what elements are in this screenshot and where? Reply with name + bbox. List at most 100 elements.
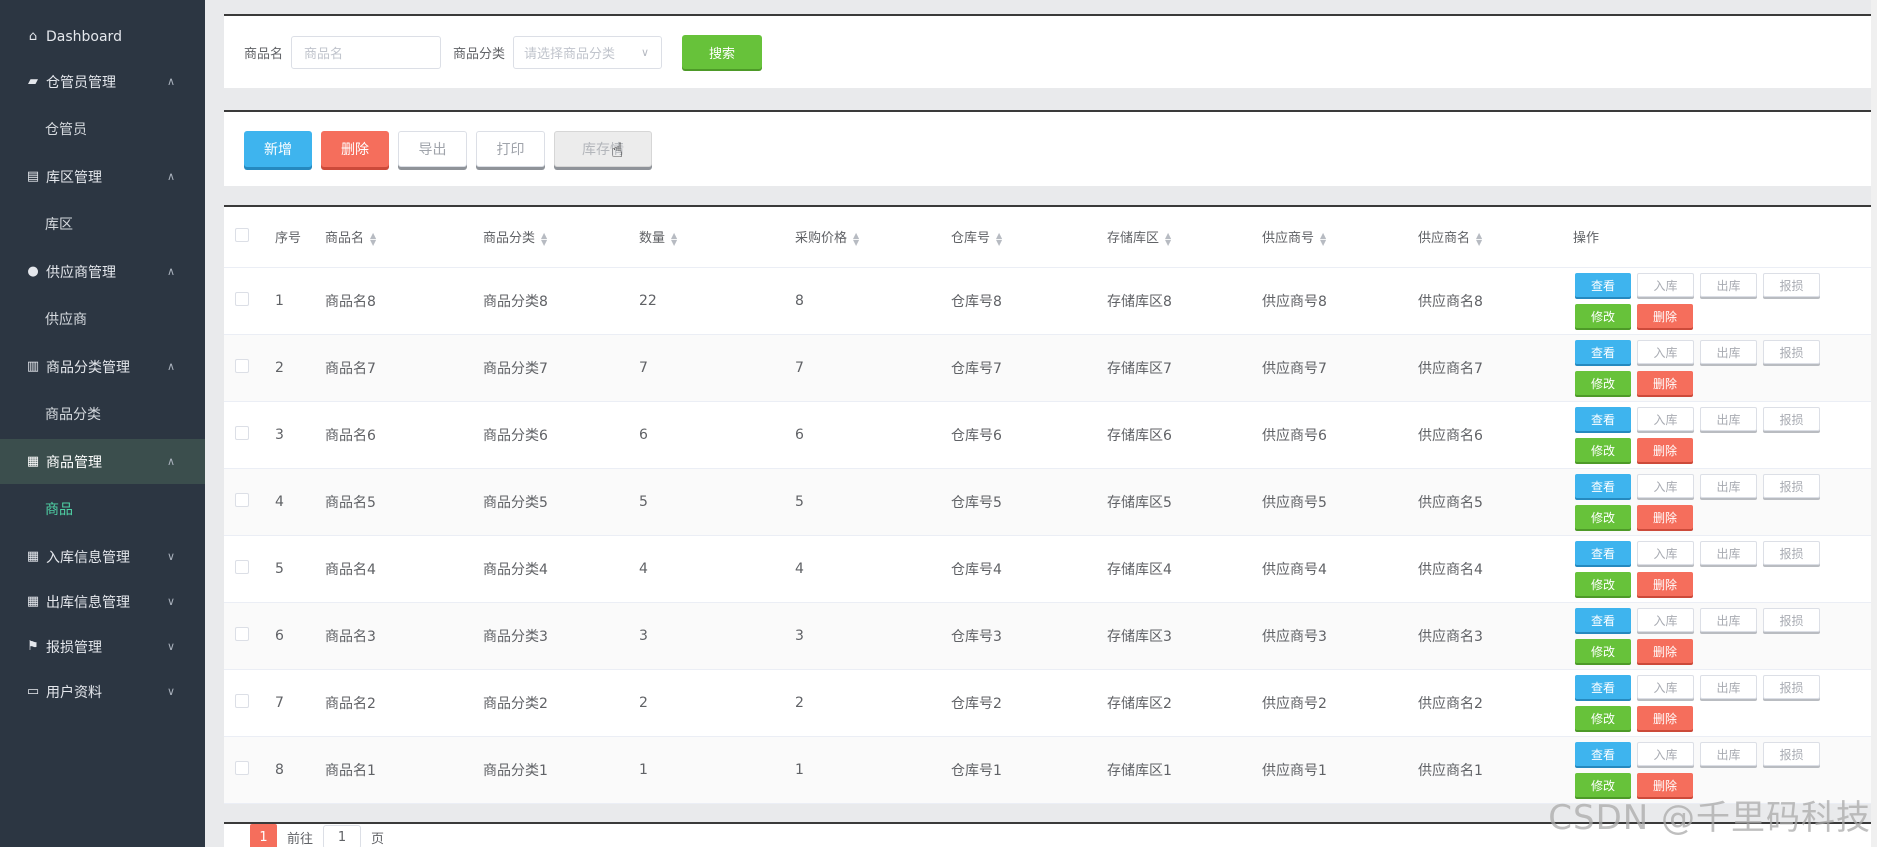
export-button[interactable]: 导出: [398, 131, 467, 167]
col-header-price[interactable]: 采购价格 ▲ ▼: [795, 207, 951, 268]
row-checkbox[interactable]: [235, 693, 249, 708]
add-button[interactable]: 新增: [244, 131, 312, 167]
edit-button[interactable]: 修改: [1575, 572, 1631, 596]
sidebar-item-zone-management[interactable]: ▤ 库区管理 ∧: [0, 154, 205, 199]
goto-page-input[interactable]: 1: [323, 825, 362, 847]
sidebar-item-goods-management[interactable]: ▦ 商品管理 ∧: [0, 439, 205, 484]
cell-zone: 存储库区8: [1107, 267, 1262, 335]
outbound-button[interactable]: 出库: [1700, 675, 1757, 699]
sort-icon[interactable]: ▲ ▼: [1320, 231, 1326, 246]
sidebar-item-supplier-management[interactable]: ● 供应商管理 ∧: [0, 249, 205, 294]
view-button[interactable]: 查看: [1575, 340, 1631, 364]
outbound-button[interactable]: 出库: [1700, 273, 1757, 297]
goods-name-input[interactable]: 商品名: [291, 35, 442, 69]
print-button[interactable]: 打印: [476, 131, 545, 167]
col-header-zone[interactable]: 存储库区 ▲ ▼: [1107, 207, 1262, 268]
delete-row-button[interactable]: 删除: [1637, 572, 1693, 596]
report-loss-button[interactable]: 报损: [1763, 340, 1820, 364]
edit-button[interactable]: 修改: [1575, 371, 1631, 395]
sidebar-item-keeper-management[interactable]: ▰ 仓管员管理 ∧: [0, 59, 205, 104]
sort-icon[interactable]: ▲ ▼: [996, 231, 1002, 246]
delete-button[interactable]: 删除: [321, 131, 389, 167]
report-loss-button[interactable]: 报损: [1763, 273, 1820, 297]
view-button[interactable]: 查看: [1575, 407, 1631, 431]
page-current[interactable]: 1: [250, 824, 277, 847]
sort-icon[interactable]: ▲ ▼: [671, 231, 677, 246]
report-loss-button[interactable]: 报损: [1763, 608, 1820, 632]
inbound-button[interactable]: 入库: [1637, 340, 1694, 364]
sidebar-item-user-profile[interactable]: ▭ 用户资料 ∨: [0, 669, 205, 714]
goods-category-select[interactable]: 请选择商品分类 ∨: [513, 35, 663, 69]
edit-button[interactable]: 修改: [1575, 438, 1631, 462]
view-button[interactable]: 查看: [1575, 675, 1631, 699]
sort-icon[interactable]: ▲ ▼: [370, 231, 376, 246]
inbound-button[interactable]: 入库: [1637, 407, 1694, 431]
sidebar-item-category-management[interactable]: ▥ 商品分类管理 ∧: [0, 344, 205, 389]
row-checkbox[interactable]: [235, 291, 249, 306]
sidebar-subitem-zone[interactable]: 库区: [0, 199, 205, 249]
col-header-supplier-name[interactable]: 供应商名 ▲ ▼: [1418, 207, 1573, 268]
outbound-button[interactable]: 出库: [1700, 340, 1757, 364]
sidebar-subitem-goods[interactable]: 商品: [0, 484, 205, 534]
view-button[interactable]: 查看: [1575, 742, 1631, 766]
cell-quantity: 5: [639, 468, 795, 536]
inbound-button[interactable]: 入库: [1637, 273, 1694, 297]
sidebar-subitem-supplier[interactable]: 供应商: [0, 294, 205, 344]
inbound-button[interactable]: 入库: [1637, 608, 1694, 632]
search-button[interactable]: 搜索: [682, 35, 763, 69]
edit-button[interactable]: 修改: [1575, 639, 1631, 663]
sidebar-subitem-category[interactable]: 商品分类: [0, 389, 205, 439]
outbound-button[interactable]: 出库: [1700, 541, 1757, 565]
sort-icon[interactable]: ▲ ▼: [541, 231, 547, 246]
outbound-button[interactable]: 出库: [1700, 407, 1757, 431]
sort-icon[interactable]: ▲ ▼: [1476, 231, 1482, 246]
sidebar-item-loss-management[interactable]: ⚑ 报损管理 ∨: [0, 624, 205, 669]
sort-icon[interactable]: ▲ ▼: [1165, 231, 1171, 246]
col-header-supplier-no[interactable]: 供应商号 ▲ ▼: [1262, 207, 1418, 268]
delete-row-button[interactable]: 删除: [1637, 505, 1693, 529]
view-button[interactable]: 查看: [1575, 273, 1631, 297]
delete-row-button[interactable]: 删除: [1637, 639, 1693, 663]
delete-row-button[interactable]: 删除: [1637, 304, 1693, 328]
sidebar-subitem-keeper[interactable]: 仓管员: [0, 104, 205, 154]
delete-row-button[interactable]: 删除: [1637, 706, 1693, 730]
row-checkbox[interactable]: [235, 425, 249, 440]
view-button[interactable]: 查看: [1575, 474, 1631, 498]
outbound-button[interactable]: 出库: [1700, 742, 1757, 766]
inbound-button[interactable]: 入库: [1637, 675, 1694, 699]
row-checkbox[interactable]: [235, 358, 249, 373]
sidebar-item-dashboard[interactable]: ⌂ Dashboard: [0, 14, 205, 59]
col-header-warehouse[interactable]: 仓库号 ▲ ▼: [951, 207, 1107, 268]
sort-icon[interactable]: ▲ ▼: [853, 231, 859, 246]
edit-button[interactable]: 修改: [1575, 706, 1631, 730]
row-checkbox[interactable]: [235, 626, 249, 641]
inbound-button[interactable]: 入库: [1637, 541, 1694, 565]
delete-row-button[interactable]: 删除: [1637, 438, 1693, 462]
view-button[interactable]: 查看: [1575, 608, 1631, 632]
flag-icon: ⚑: [27, 639, 39, 654]
sidebar-item-inbound-management[interactable]: ▦ 入库信息管理 ∨: [0, 534, 205, 579]
sidebar-item-outbound-management[interactable]: ▦ 出库信息管理 ∨: [0, 579, 205, 624]
row-checkbox[interactable]: [235, 492, 249, 507]
col-header-goods-name[interactable]: 商品名 ▲ ▼: [325, 207, 483, 268]
scrollbar[interactable]: [1871, 0, 1877, 847]
delete-row-button[interactable]: 删除: [1637, 371, 1693, 395]
col-header-category[interactable]: 商品分类 ▲ ▼: [483, 207, 639, 268]
edit-button[interactable]: 修改: [1575, 304, 1631, 328]
edit-button[interactable]: 修改: [1575, 505, 1631, 529]
report-loss-button[interactable]: 报损: [1763, 742, 1820, 766]
stock-detail-button[interactable]: 库存情 ☝: [554, 131, 652, 167]
outbound-button[interactable]: 出库: [1700, 608, 1757, 632]
report-loss-button[interactable]: 报损: [1763, 541, 1820, 565]
row-checkbox[interactable]: [235, 760, 249, 775]
inbound-button[interactable]: 入库: [1637, 742, 1694, 766]
col-header-quantity[interactable]: 数量 ▲ ▼: [639, 207, 795, 268]
row-checkbox[interactable]: [235, 559, 249, 574]
report-loss-button[interactable]: 报损: [1763, 474, 1820, 498]
report-loss-button[interactable]: 报损: [1763, 407, 1820, 431]
view-button[interactable]: 查看: [1575, 541, 1631, 565]
outbound-button[interactable]: 出库: [1700, 474, 1757, 498]
inbound-button[interactable]: 入库: [1637, 474, 1694, 498]
report-loss-button[interactable]: 报损: [1763, 675, 1820, 699]
select-all-checkbox[interactable]: [235, 227, 249, 242]
